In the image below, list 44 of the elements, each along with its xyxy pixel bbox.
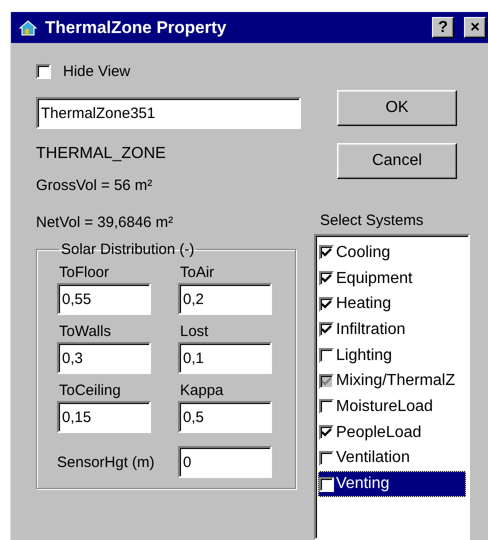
field-label: ToFloor [58,264,110,281]
net-volume-text: NetVol = 39,6846 m² [36,214,174,231]
list-item[interactable]: Heating [318,291,466,318]
list-item[interactable]: PeopleLoad [318,420,466,446]
zone-type-text: THERMAL_ZONE [36,145,167,163]
number-field[interactable]: 0,55 [57,283,151,315]
house-icon [19,20,37,36]
check-icon [321,248,332,258]
list-item[interactable]: MoistureLoad [318,394,466,420]
check-icon [321,325,332,334]
list-item[interactable]: Lighting [318,342,466,368]
list-item[interactable]: Ventilation [318,446,466,472]
number-field[interactable]: 0,15 [57,401,151,433]
number-field[interactable]: 0,1 [178,342,272,374]
group-title: Solar Distribution (-) [60,241,196,258]
help-button[interactable]: ? [432,17,454,38]
number-field[interactable]: 0,2 [178,283,272,315]
number-field[interactable]: 0,5 [178,401,272,433]
field-label: Kappa [179,382,224,399]
list-title: Select Systems [319,212,424,229]
number-field[interactable]: 0,3 [57,342,151,374]
gross-volume-text: GrossVol = 56 m² [36,177,154,194]
field-label: ToAir [179,264,216,281]
cancel-button[interactable]: Cancel [337,143,457,179]
name-field[interactable]: ThermalZone351 [36,97,301,129]
list-item[interactable]: Cooling [318,240,466,266]
hide-view-checkbox[interactable] [36,64,51,78]
list-item[interactable]: Venting [318,471,466,497]
field-label: ToWalls [58,323,112,340]
field-label: Lost [179,323,210,340]
field-label: SensorHgt (m) [57,454,156,470]
window-title: ThermalZone Property [45,18,228,38]
number-field[interactable]: 0 [178,446,272,478]
list-item[interactable]: Equipment [318,266,466,292]
close-button[interactable]: × [464,17,486,38]
field-label: ToCeiling [58,382,122,399]
check-icon [321,376,332,386]
checkbox-label: Hide View [63,62,130,80]
list-item[interactable]: Infiltration [318,317,466,343]
ok-button[interactable]: OK [337,90,457,126]
check-icon [321,428,332,438]
check-icon [321,274,332,284]
item-checkbox[interactable] [319,476,334,492]
check-icon [321,300,332,309]
